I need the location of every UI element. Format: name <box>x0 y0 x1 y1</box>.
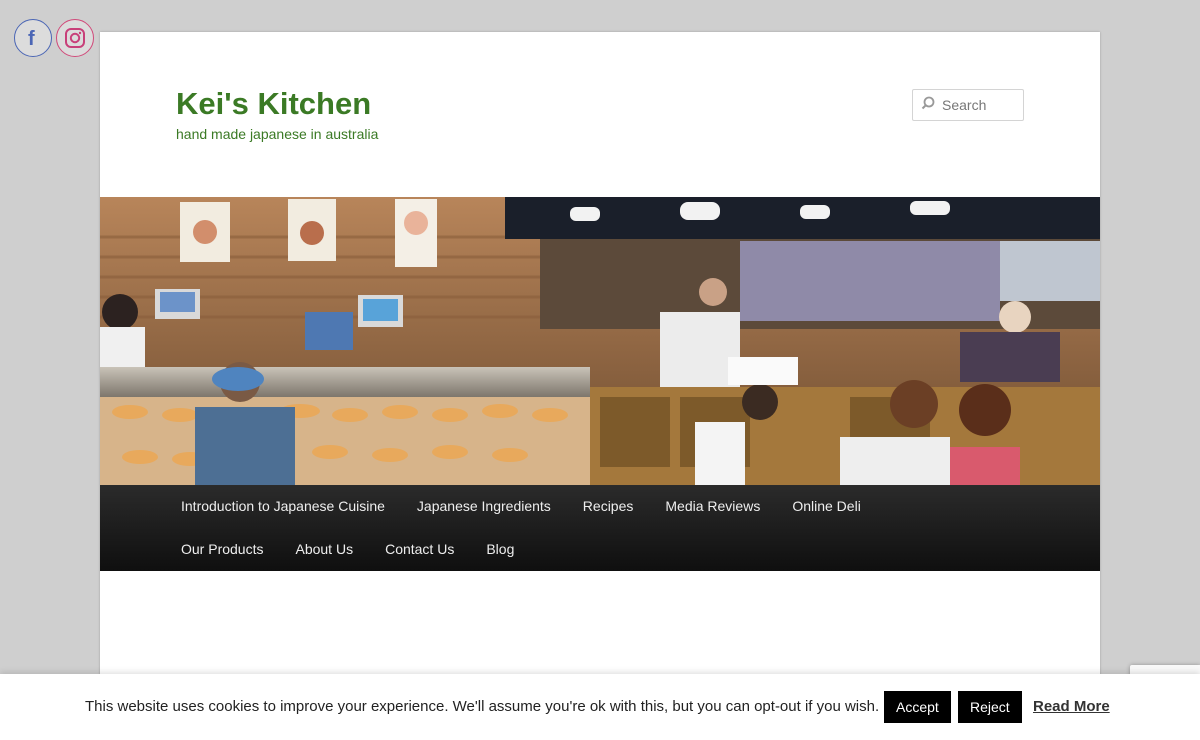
cookie-consent-bar: This website uses cookies to improve you… <box>0 674 1200 740</box>
site-tagline: hand made japanese in australia <box>176 126 379 142</box>
nav-item-media-reviews[interactable]: Media Reviews <box>649 485 776 528</box>
search-input[interactable] <box>940 96 1020 114</box>
nav-item-online-deli[interactable]: Online Deli <box>776 485 876 528</box>
nav-item-our-products[interactable]: Our Products <box>165 528 279 571</box>
search-box[interactable] <box>912 89 1024 121</box>
search-icon <box>921 96 935 115</box>
nav-item-about-us[interactable]: About Us <box>279 528 369 571</box>
bakery-shop-photo <box>100 197 1100 485</box>
accept-button[interactable]: Accept <box>884 691 951 723</box>
main-navigation: Introduction to Japanese Cuisine Japanes… <box>100 485 1100 571</box>
page-container: Kei's Kitchen hand made japanese in aust… <box>100 32 1100 740</box>
site-title[interactable]: Kei's Kitchen <box>176 86 371 122</box>
nav-item-recipes[interactable]: Recipes <box>567 485 650 528</box>
nav-item-introduction[interactable]: Introduction to Japanese Cuisine <box>165 485 401 528</box>
instagram-icon[interactable] <box>56 19 94 57</box>
nav-item-contact-us[interactable]: Contact Us <box>369 528 470 571</box>
header-banner-image <box>100 197 1100 485</box>
reject-button[interactable]: Reject <box>958 691 1022 723</box>
cookie-message: This website uses cookies to improve you… <box>85 698 880 715</box>
svg-text:f: f <box>28 28 35 49</box>
nav-item-blog[interactable]: Blog <box>470 528 530 571</box>
read-more-link[interactable]: Read More <box>1033 698 1110 715</box>
nav-item-ingredients[interactable]: Japanese Ingredients <box>401 485 567 528</box>
facebook-icon[interactable]: f <box>14 19 52 57</box>
social-links: f <box>14 19 94 57</box>
